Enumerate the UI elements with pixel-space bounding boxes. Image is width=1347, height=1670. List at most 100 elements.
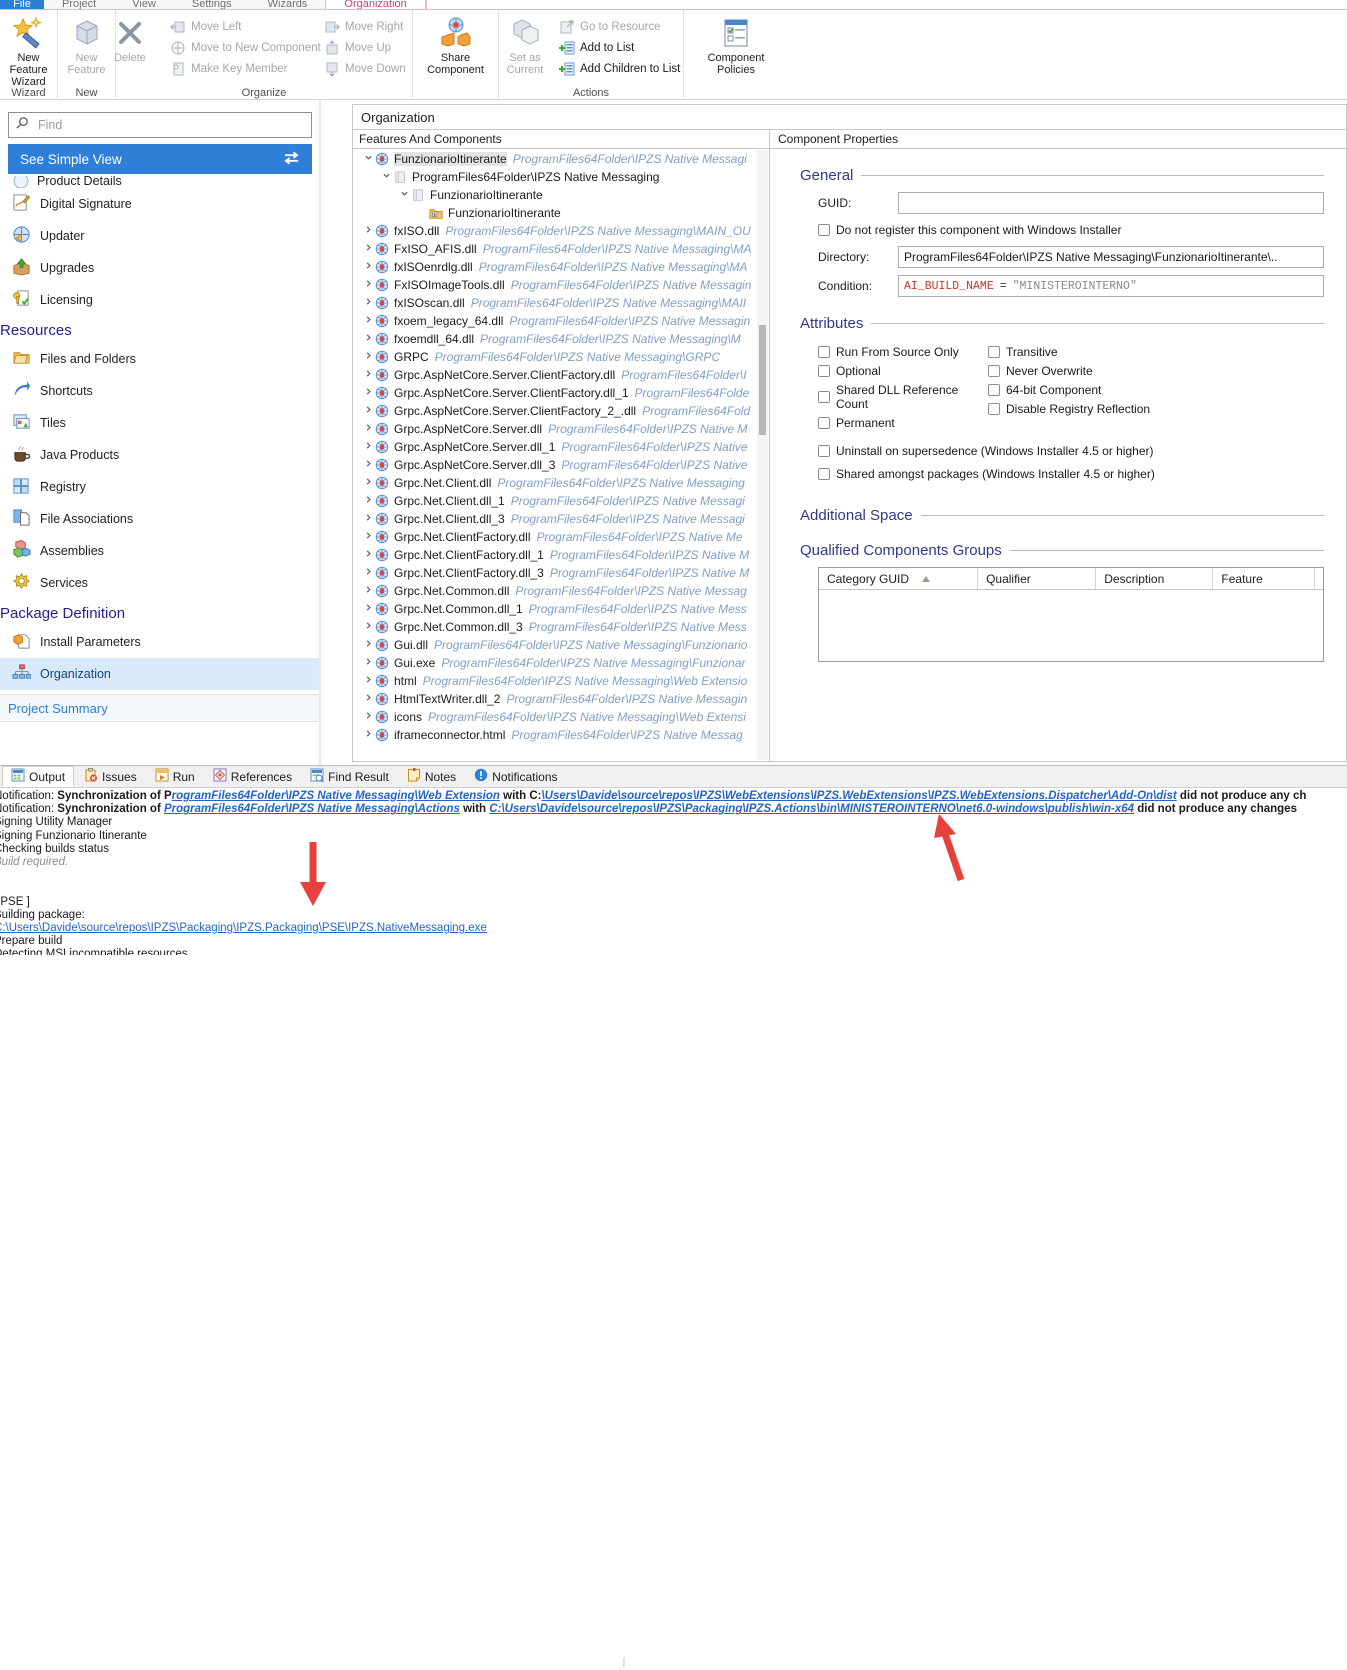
log1-link1[interactable]: rogramFiles64Folder\IPZS Native Messagin… bbox=[172, 790, 500, 802]
permanent-checkbox[interactable] bbox=[818, 417, 830, 429]
chevron-right-icon[interactable] bbox=[361, 333, 375, 345]
tree-node[interactable]: Grpc.Net.ClientFactory.dll_1 ProgramFiles… bbox=[353, 546, 769, 564]
tree-node[interactable]: FunzionarioItinerante bbox=[353, 186, 769, 204]
sidebar-item-services[interactable]: Services bbox=[0, 567, 320, 599]
tree-node[interactable]: fxISOenrdlg.dll ProgramFiles64Folder\IPZS… bbox=[353, 258, 769, 276]
log9-link[interactable]: C:\Users\Davide\source\repos\IPZS\Packag… bbox=[0, 922, 487, 934]
tree-node[interactable]: Grpc.AspNetCore.Server.ClientFactory_2_.… bbox=[353, 402, 769, 420]
sidebar-item-upgrades[interactable]: Upgrades bbox=[0, 252, 320, 284]
tree-node[interactable]: iframeconnector.html ProgramFiles64Folder… bbox=[353, 726, 769, 744]
component-policies-button[interactable]: Component Policies bbox=[690, 14, 782, 76]
chevron-right-icon[interactable] bbox=[361, 549, 375, 561]
tree-node[interactable]: Grpc.AspNetCore.Server.ClientFactory.dll… bbox=[353, 384, 769, 402]
tree-node[interactable]: Grpc.Net.Client.dll ProgramFiles64Folder\… bbox=[353, 474, 769, 492]
chevron-right-icon[interactable] bbox=[361, 693, 375, 705]
chevron-right-icon[interactable] bbox=[361, 351, 375, 363]
disable-registry-reflection-checkbox[interactable] bbox=[988, 403, 1000, 415]
transitive-checkbox[interactable] bbox=[988, 346, 1000, 358]
tree-node[interactable]: FxISO_AFIS.dll ProgramFiles64Folder\IPZS … bbox=[353, 240, 769, 258]
tree-node[interactable]: Grpc.AspNetCore.Server.dll ProgramFiles64… bbox=[353, 420, 769, 438]
tree-node[interactable]: html ProgramFiles64Folder\IPZS Native Mes… bbox=[353, 672, 769, 690]
ribbon-tab-organization[interactable]: Organization bbox=[325, 0, 426, 9]
tree-node[interactable]: Grpc.Net.Client.dll_1 ProgramFiles64Folde… bbox=[353, 492, 769, 510]
go-to-resource-button[interactable]: Go to Resource bbox=[555, 18, 683, 36]
chevron-right-icon[interactable] bbox=[361, 711, 375, 723]
tree-vertical-scrollbar[interactable] bbox=[757, 150, 768, 760]
qcg-column-description[interactable]: Description bbox=[1096, 568, 1214, 589]
chevron-right-icon[interactable] bbox=[361, 405, 375, 417]
chevron-right-icon[interactable] bbox=[361, 369, 375, 381]
ribbon-tab-view[interactable]: View bbox=[114, 0, 174, 9]
new-feature-wizard-button[interactable]: New Feature Wizard bbox=[0, 14, 61, 88]
tree-node[interactable]: Grpc.Net.ClientFactory.dll ProgramFiles64… bbox=[353, 528, 769, 546]
ribbon-tab-strip[interactable]: File Project View Settings Wizards Organ… bbox=[0, 0, 1347, 10]
sidebar-item-shortcuts[interactable]: Shortcuts bbox=[0, 375, 320, 407]
search-input[interactable] bbox=[36, 117, 305, 133]
tree-node[interactable]: Grpc.AspNetCore.Server.dll_3 ProgramFiles… bbox=[353, 456, 769, 474]
tab-notifications[interactable]: Notifications bbox=[466, 766, 565, 787]
chevron-right-icon[interactable] bbox=[361, 729, 375, 741]
chevron-down-icon[interactable] bbox=[379, 171, 393, 183]
tree-node[interactable]: icons ProgramFiles64Folder\IPZS Native Me… bbox=[353, 708, 769, 726]
sidebar-item-digital-signature[interactable]: Digital Signature bbox=[0, 188, 320, 220]
tree-node[interactable]: Grpc.AspNetCore.Server.dll_1 ProgramFiles… bbox=[353, 438, 769, 456]
project-summary-link[interactable]: Project Summary bbox=[0, 694, 320, 722]
ribbon-tab-wizards[interactable]: Wizards bbox=[250, 0, 326, 9]
tree-node[interactable]: FunzionarioItinerante ProgramFiles64Folde… bbox=[353, 150, 769, 168]
tab-find-result[interactable]: Find Result bbox=[302, 766, 397, 787]
ribbon-tab-settings[interactable]: Settings bbox=[174, 0, 250, 9]
shared-dll-reference-count-checkbox[interactable] bbox=[818, 391, 830, 403]
sixty-four-bit-component-checkbox[interactable] bbox=[988, 384, 1000, 396]
delete-button[interactable]: Delete bbox=[98, 14, 162, 64]
log2-link2[interactable]: C:\Users\Davide\source\repos\IPZS\Packag… bbox=[489, 803, 1134, 815]
sidebar-item-product-details[interactable]: Product Details bbox=[0, 176, 320, 188]
tree-node[interactable]: fxoem_legacy_64.dll ProgramFiles64Folder\… bbox=[353, 312, 769, 330]
move-to-new-component-button[interactable]: Move to New Component bbox=[166, 39, 321, 57]
tree-node[interactable]: Grpc.Net.ClientFactory.dll_3 ProgramFiles… bbox=[353, 564, 769, 582]
chevron-down-icon[interactable] bbox=[361, 153, 375, 165]
chevron-right-icon[interactable] bbox=[361, 531, 375, 543]
tree-node[interactable]: HtmlTextWriter.dll_2 ProgramFiles64Folder… bbox=[353, 690, 769, 708]
tree-node[interactable]: FxISOImageTools.dll ProgramFiles64Folder\… bbox=[353, 276, 769, 294]
shared-amongst-packages-checkbox[interactable] bbox=[818, 468, 830, 480]
directory-field[interactable]: ProgramFiles64Folder\IPZS Native Messagi… bbox=[898, 246, 1324, 268]
tab-references[interactable]: References bbox=[205, 766, 300, 787]
tree-node[interactable]: Gui.dll ProgramFiles64Folder\IPZS Native … bbox=[353, 636, 769, 654]
chevron-right-icon[interactable] bbox=[361, 639, 375, 651]
ribbon-tab-file[interactable]: File bbox=[0, 0, 44, 9]
sidebar-item-install-parameters[interactable]: Install Parameters bbox=[0, 626, 320, 658]
guid-field[interactable] bbox=[898, 192, 1324, 214]
uninstall-on-supersedence-checkbox[interactable] bbox=[818, 445, 830, 457]
condition-field[interactable]: AI_BUILD_NAME = "MINISTEROINTERNO" bbox=[898, 275, 1324, 297]
tab-output[interactable]: Output bbox=[2, 766, 75, 787]
ribbon-tab-project[interactable]: Project bbox=[44, 0, 114, 9]
chevron-right-icon[interactable] bbox=[361, 603, 375, 615]
chevron-right-icon[interactable] bbox=[361, 261, 375, 273]
log2-link1[interactable]: ProgramFiles64Folder\IPZS Native Messagi… bbox=[164, 803, 460, 815]
qcg-column-category-guid[interactable]: Category GUID bbox=[819, 568, 979, 589]
sidebar-item-updater[interactable]: Updater bbox=[0, 220, 320, 252]
chevron-right-icon[interactable] bbox=[361, 567, 375, 579]
sidebar-item-organization[interactable]: Organization bbox=[0, 658, 320, 690]
tree-node[interactable]: fxISO.dll ProgramFiles64Folder\IPZS Nativ… bbox=[353, 222, 769, 240]
chevron-right-icon[interactable] bbox=[361, 441, 375, 453]
never-overwrite-checkbox[interactable] bbox=[988, 365, 1000, 377]
tree-node[interactable]: GRPC ProgramFiles64Folder\IPZS Native Mes… bbox=[353, 348, 769, 366]
dock-tab-bar[interactable]: Output Issues Run References Find Result bbox=[0, 766, 1347, 788]
chevron-right-icon[interactable] bbox=[361, 387, 375, 399]
chevron-right-icon[interactable] bbox=[361, 459, 375, 471]
tree-node[interactable]: Grpc.Net.Common.dll_1 ProgramFiles64Folde… bbox=[353, 600, 769, 618]
chevron-down-icon[interactable] bbox=[397, 189, 411, 201]
add-children-to-list-button[interactable]: Add Children to List bbox=[555, 60, 683, 78]
tree-node[interactable]: fxoemdll_64.dll ProgramFiles64Folder\IPZS… bbox=[353, 330, 769, 348]
chevron-right-icon[interactable] bbox=[361, 675, 375, 687]
tree-node[interactable]: Grpc.Net.Client.dll_3 ProgramFiles64Folde… bbox=[353, 510, 769, 528]
chevron-right-icon[interactable] bbox=[361, 225, 375, 237]
chevron-right-icon[interactable] bbox=[361, 243, 375, 255]
log1-link2[interactable]: \Users\Davide\source\repos\IPZS\WebExten… bbox=[541, 790, 1176, 802]
tree-node[interactable]: Grpc.Net.Common.dll ProgramFiles64Folder\… bbox=[353, 582, 769, 600]
tab-issues[interactable]: Issues bbox=[76, 766, 145, 787]
chevron-right-icon[interactable] bbox=[361, 423, 375, 435]
do-not-register-checkbox[interactable] bbox=[818, 224, 830, 236]
chevron-right-icon[interactable] bbox=[361, 657, 375, 669]
